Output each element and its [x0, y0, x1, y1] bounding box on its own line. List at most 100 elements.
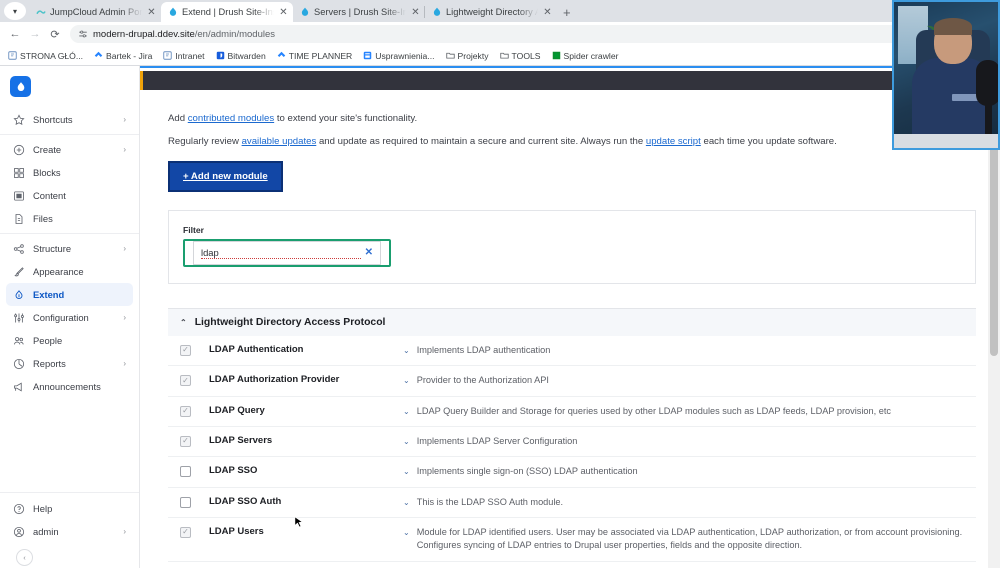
sidebar-item-help[interactable]: Help [6, 497, 133, 520]
chevron-down-icon[interactable]: ⌄ [403, 405, 410, 418]
drupal-icon [301, 7, 309, 16]
module-enabled-checkbox[interactable]: ✓ [180, 435, 191, 447]
browser-tab[interactable]: JumpCloud Admin Porta ✕ [29, 2, 161, 22]
tune-icon[interactable] [78, 29, 88, 39]
module-row[interactable]: ✓ LDAP Authentication ⌄ Implements LDAP a… [168, 336, 976, 367]
chevron-down-icon[interactable]: ▾ [4, 2, 26, 20]
close-icon[interactable]: ✕ [361, 247, 373, 258]
available-updates-link[interactable]: available updates [242, 136, 317, 147]
module-row[interactable]: ✓ LDAP Users ⌄ Module for LDAP identified… [168, 518, 976, 562]
module-description: Implements LDAP authentication [416, 344, 551, 355]
module-row[interactable]: ✓ LDAP Servers ⌄ Implements LDAP Server C… [168, 427, 976, 458]
sidebar-item-announcements[interactable]: Announcements [6, 375, 133, 398]
bookmark-label: TOOLS [511, 50, 541, 61]
bookmark-item[interactable]: Intranet [163, 51, 205, 61]
sidebar-item-files[interactable]: Files [6, 207, 133, 230]
drupal-admin-toolbar[interactable] [140, 71, 1000, 90]
url-host: modern-drupal.ddev.site [93, 28, 195, 40]
sidebar-item-label: People [33, 335, 63, 346]
browser-tab-active[interactable]: Extend | Drush Site-Insta ✕ [161, 2, 293, 22]
module-enabled-checkbox[interactable]: ✓ [180, 375, 191, 387]
update-script-link[interactable]: update script [646, 136, 701, 147]
chevron-right-icon: › [123, 359, 126, 368]
bookmark-label: Usprawnienia... [375, 50, 435, 61]
bookmark-item[interactable]: Spider crawler [552, 50, 619, 61]
chevron-down-icon[interactable]: ⌄ [403, 496, 410, 509]
doc-icon [8, 51, 17, 60]
bookmark-item[interactable]: Usprawnienia... [363, 50, 435, 61]
module-description: Implements LDAP Server Configuration [416, 435, 578, 446]
chevron-up-icon: ⌃ [180, 317, 187, 327]
module-row[interactable]: LDAP SSO Auth ⌄ This is the LDAP SSO Auth… [168, 488, 976, 518]
tab-title: Servers | Drush Site-Insta [314, 7, 406, 17]
contributed-modules-link[interactable]: contributed modules [188, 113, 274, 124]
close-icon[interactable]: ✕ [410, 7, 421, 18]
sidebar-item-extend[interactable]: Extend [6, 283, 133, 306]
close-icon[interactable]: ✕ [542, 7, 553, 18]
desk-surface [894, 134, 998, 148]
arrow-left-icon[interactable]: ← [6, 25, 24, 43]
bookmark-label: TIME PLANNER [288, 50, 353, 61]
module-row[interactable]: ✓ LDAP Authorization Provider ⌄ Provider … [168, 366, 976, 397]
browser-tab[interactable]: Lightweight Directory Ac ✕ [424, 2, 557, 22]
module-name: LDAP Authentication [209, 343, 304, 355]
sidebar-group-content: Create › Blocks Content Files [0, 134, 139, 233]
module-enabled-checkbox[interactable] [180, 466, 191, 478]
bookmark-label: Spider crawler [563, 50, 619, 61]
url-path: /en/admin/modules [194, 28, 276, 40]
filter-input-wrapper[interactable]: ldap ✕ [183, 238, 391, 267]
sidebar-item-people[interactable]: People [6, 329, 133, 352]
chevron-left-icon[interactable]: ‹ [16, 549, 33, 566]
module-group-header[interactable]: ⌃ Lightweight Directory Access Protocol [168, 307, 976, 336]
sidebar-group-admin: Structure › Appearance Extend Configurat… [0, 233, 139, 401]
filter-input-value: ldap [201, 247, 361, 259]
bookmark-item[interactable]: Projekty [445, 51, 489, 61]
sidebar-item-label: Blocks [33, 167, 61, 178]
module-row[interactable]: LDAP SSO ⌄ Implements single sign-on (SSO… [168, 457, 976, 488]
module-description: Module for LDAP identified users. User m… [416, 526, 963, 551]
address-bar[interactable]: modern-drupal.ddev.site/en/admin/modules [70, 25, 918, 43]
sidebar-item-reports[interactable]: Reports › [6, 352, 133, 375]
sidebar-item-label: Structure [33, 243, 72, 254]
bookmark-item[interactable]: STRONA GŁÓ... [8, 51, 83, 61]
sidebar-item-content[interactable]: Content [6, 184, 133, 207]
new-tab-button[interactable]: + [557, 5, 577, 22]
module-enabled-checkbox[interactable]: ✓ [180, 526, 191, 538]
module-name: LDAP Servers [209, 434, 273, 446]
sidebar-item-shortcuts[interactable]: Shortcuts › [6, 108, 133, 131]
browser-tab[interactable]: Servers | Drush Site-Insta ✕ [293, 2, 425, 22]
sidebar-item-configuration[interactable]: Configuration › [6, 306, 133, 329]
module-enabled-checkbox[interactable]: ✓ [180, 344, 191, 356]
bookmark-item[interactable]: Bitwarden [216, 51, 266, 61]
sidebar-item-label: Shortcuts [33, 114, 73, 125]
arrow-right-icon[interactable]: → [26, 25, 44, 43]
sidebar-item-admin[interactable]: admin › [6, 520, 133, 543]
bookmark-item[interactable]: TIME PLANNER [277, 50, 353, 61]
chevron-down-icon[interactable]: ⌄ [403, 435, 410, 448]
sidebar-item-appearance[interactable]: Appearance [6, 260, 133, 283]
sidebar-item-structure[interactable]: Structure › [6, 237, 133, 260]
sidebar-item-label: admin [33, 526, 59, 537]
page-viewport: Shortcuts › Create › Blocks Content File… [0, 66, 1000, 568]
add-new-module-button[interactable]: + Add new module [168, 160, 283, 192]
chevron-down-icon[interactable]: ⌄ [403, 526, 410, 553]
sidebar-item-create[interactable]: Create › [6, 138, 133, 161]
bookmark-item[interactable]: TOOLS [499, 50, 541, 61]
module-row[interactable]: ✓ LDAP Query ⌄ LDAP Query Builder and Sto… [168, 397, 976, 427]
search-input[interactable]: ldap ✕ [193, 240, 381, 265]
chevron-down-icon[interactable]: ⌄ [403, 465, 410, 478]
reload-icon[interactable]: ⟳ [46, 25, 64, 43]
tab-strip: ▾ JumpCloud Admin Porta ✕ Extend | Drush… [0, 0, 1000, 22]
site-logo[interactable] [0, 66, 139, 105]
close-icon[interactable]: ✕ [278, 7, 289, 18]
module-name: LDAP SSO Auth [209, 495, 282, 507]
module-enabled-checkbox[interactable] [180, 496, 191, 508]
doc-icon [163, 51, 173, 60]
close-icon[interactable]: ✕ [146, 7, 157, 18]
bookmark-item[interactable]: Bartek - Jira [94, 51, 152, 61]
chevron-down-icon[interactable]: ⌄ [403, 344, 410, 357]
intro-mid-2: and update as required to maintain a sec… [316, 135, 646, 147]
sidebar-item-blocks[interactable]: Blocks [6, 161, 133, 184]
module-enabled-checkbox[interactable]: ✓ [180, 405, 191, 417]
chevron-down-icon[interactable]: ⌄ [403, 374, 410, 387]
